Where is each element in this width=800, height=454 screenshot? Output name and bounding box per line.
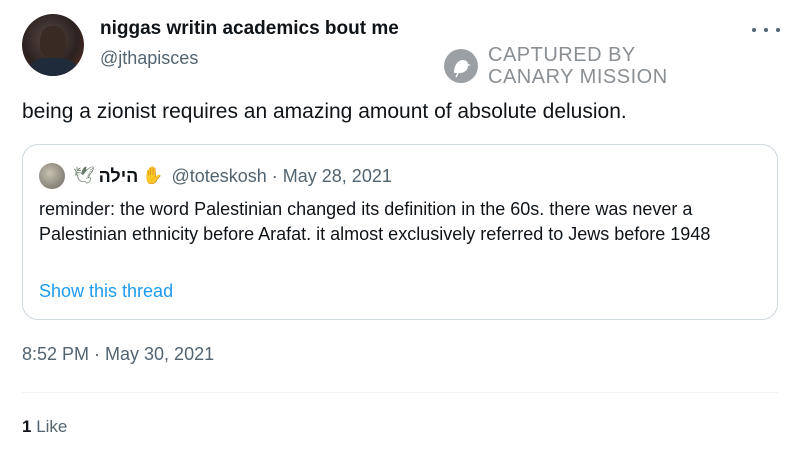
more-options-icon[interactable] xyxy=(752,22,780,38)
likes-count[interactable]: 1 Like xyxy=(22,417,67,437)
watermark-line-1: CAPTURED BY xyxy=(488,44,636,66)
tweet-timestamp[interactable]: 8:52 PM · May 30, 2021 xyxy=(22,344,214,365)
divider xyxy=(22,392,778,393)
tweet-text: being a zionist requires an amazing amou… xyxy=(22,100,627,123)
likes-number: 1 xyxy=(22,417,32,436)
canary-bird-icon xyxy=(444,49,478,83)
tweet: niggas writin academics bout me @jthapis… xyxy=(0,0,800,454)
author-display-name[interactable]: niggas writin academics bout me xyxy=(100,18,399,40)
quoted-header: 🕊 הילה ✋ @toteskosh · May 28, 2021 xyxy=(73,163,392,189)
watermark-line-2: CANARY MISSION xyxy=(488,66,668,88)
quoted-handle-date[interactable]: @toteskosh · May 28, 2021 xyxy=(171,166,391,187)
dove-olive-branch-icon: 🕊 xyxy=(73,166,95,185)
quoted-avatar[interactable] xyxy=(39,163,65,189)
watermark: CAPTURED BY CANARY MISSION xyxy=(444,44,668,88)
show-thread-link[interactable]: Show this thread xyxy=(39,281,173,302)
hamsa-icon: ✋ xyxy=(142,166,164,185)
quoted-display-name[interactable]: הילה xyxy=(99,166,139,187)
quoted-tweet[interactable]: 🕊 הילה ✋ @toteskosh · May 28, 2021 remin… xyxy=(22,144,778,320)
avatar[interactable] xyxy=(22,14,84,76)
quoted-text: reminder: the word Palestinian changed i… xyxy=(39,199,711,244)
likes-label: Like xyxy=(36,417,68,436)
author-handle[interactable]: @jthapisces xyxy=(100,48,198,69)
